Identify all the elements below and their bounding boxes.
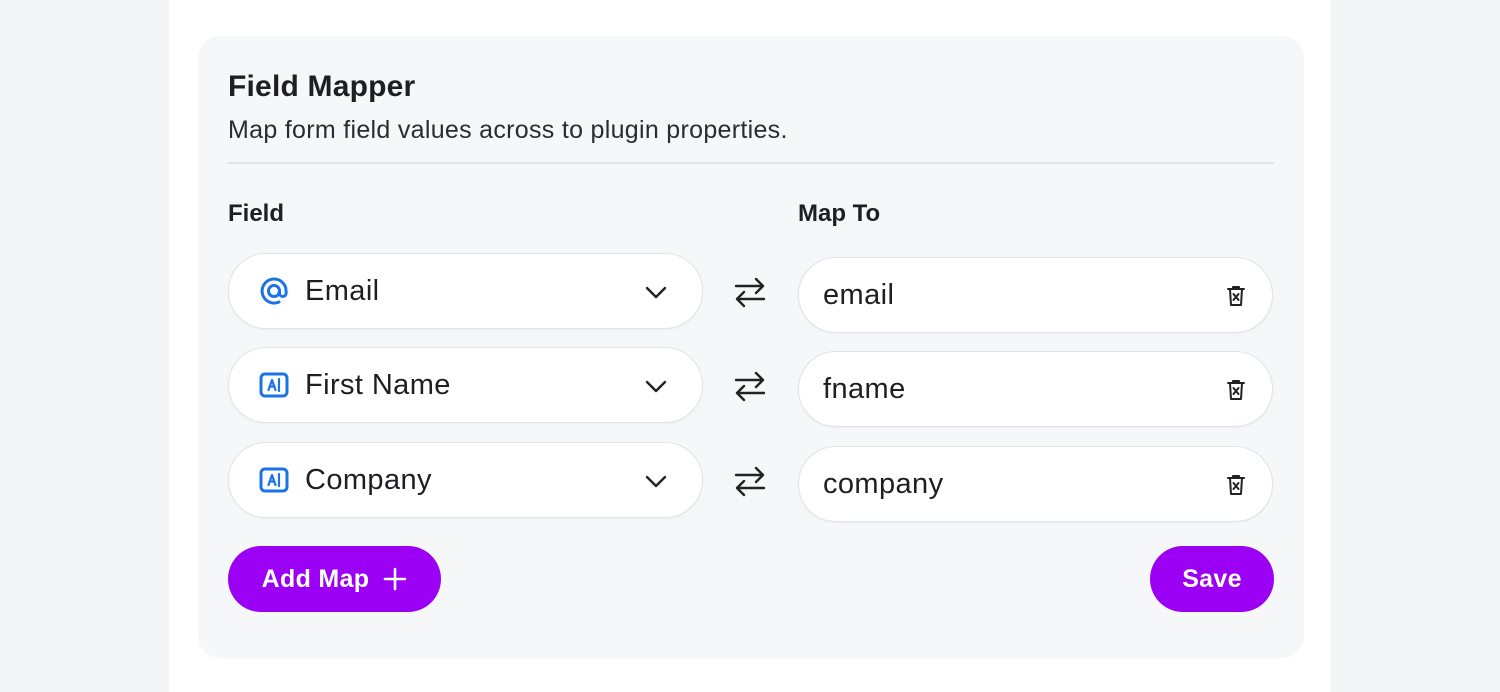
mapping-row: First Name fname [198,347,1304,427]
mapto-value: fname [823,372,906,405]
mapto-input-first-name[interactable]: fname [798,351,1273,427]
mapto-value: email [823,278,895,311]
field-select-label: Email [305,274,380,307]
mapto-value: company [823,467,944,500]
trash-icon [1227,286,1245,306]
swap-arrows-icon [734,466,766,497]
mapping-row: Email email [198,253,1304,333]
chevron-down-icon [645,380,667,393]
save-button[interactable]: Save [1150,546,1274,612]
field-select-label: First Name [305,368,451,401]
field-select-first-name[interactable]: First Name [228,347,703,423]
delete-mapping-button[interactable] [1222,282,1250,310]
trash-icon [1227,380,1245,400]
plus-icon [384,567,407,591]
trash-icon [1227,475,1245,495]
divider [228,162,1274,164]
mapping-row: Company company [198,442,1304,522]
delete-mapping-button[interactable] [1222,376,1250,404]
chevron-down-icon [645,286,667,299]
chevron-down-icon [645,475,667,488]
add-map-label: Add Map [261,564,370,593]
text-field-icon [259,465,289,495]
swap-arrows-icon [734,277,766,308]
field-select-email[interactable]: Email [228,253,703,329]
field-select-company[interactable]: Company [228,442,703,518]
field-select-label: Company [305,463,432,496]
text-field-icon [259,370,289,400]
field-mapper-card: Field Mapper Map form field values acros… [198,36,1304,658]
mapto-column-header: Map To [798,200,881,227]
delete-mapping-button[interactable] [1222,471,1250,499]
add-map-button[interactable]: Add Map [228,546,441,612]
card-subtitle: Map form field values across to plugin p… [228,116,788,144]
field-column-header: Field [228,200,285,227]
mapto-input-company[interactable]: company [798,446,1273,522]
at-sign-icon [259,276,289,306]
mapto-input-email[interactable]: email [798,257,1273,333]
swap-arrows-icon [734,371,766,402]
card-title: Field Mapper [228,70,416,103]
